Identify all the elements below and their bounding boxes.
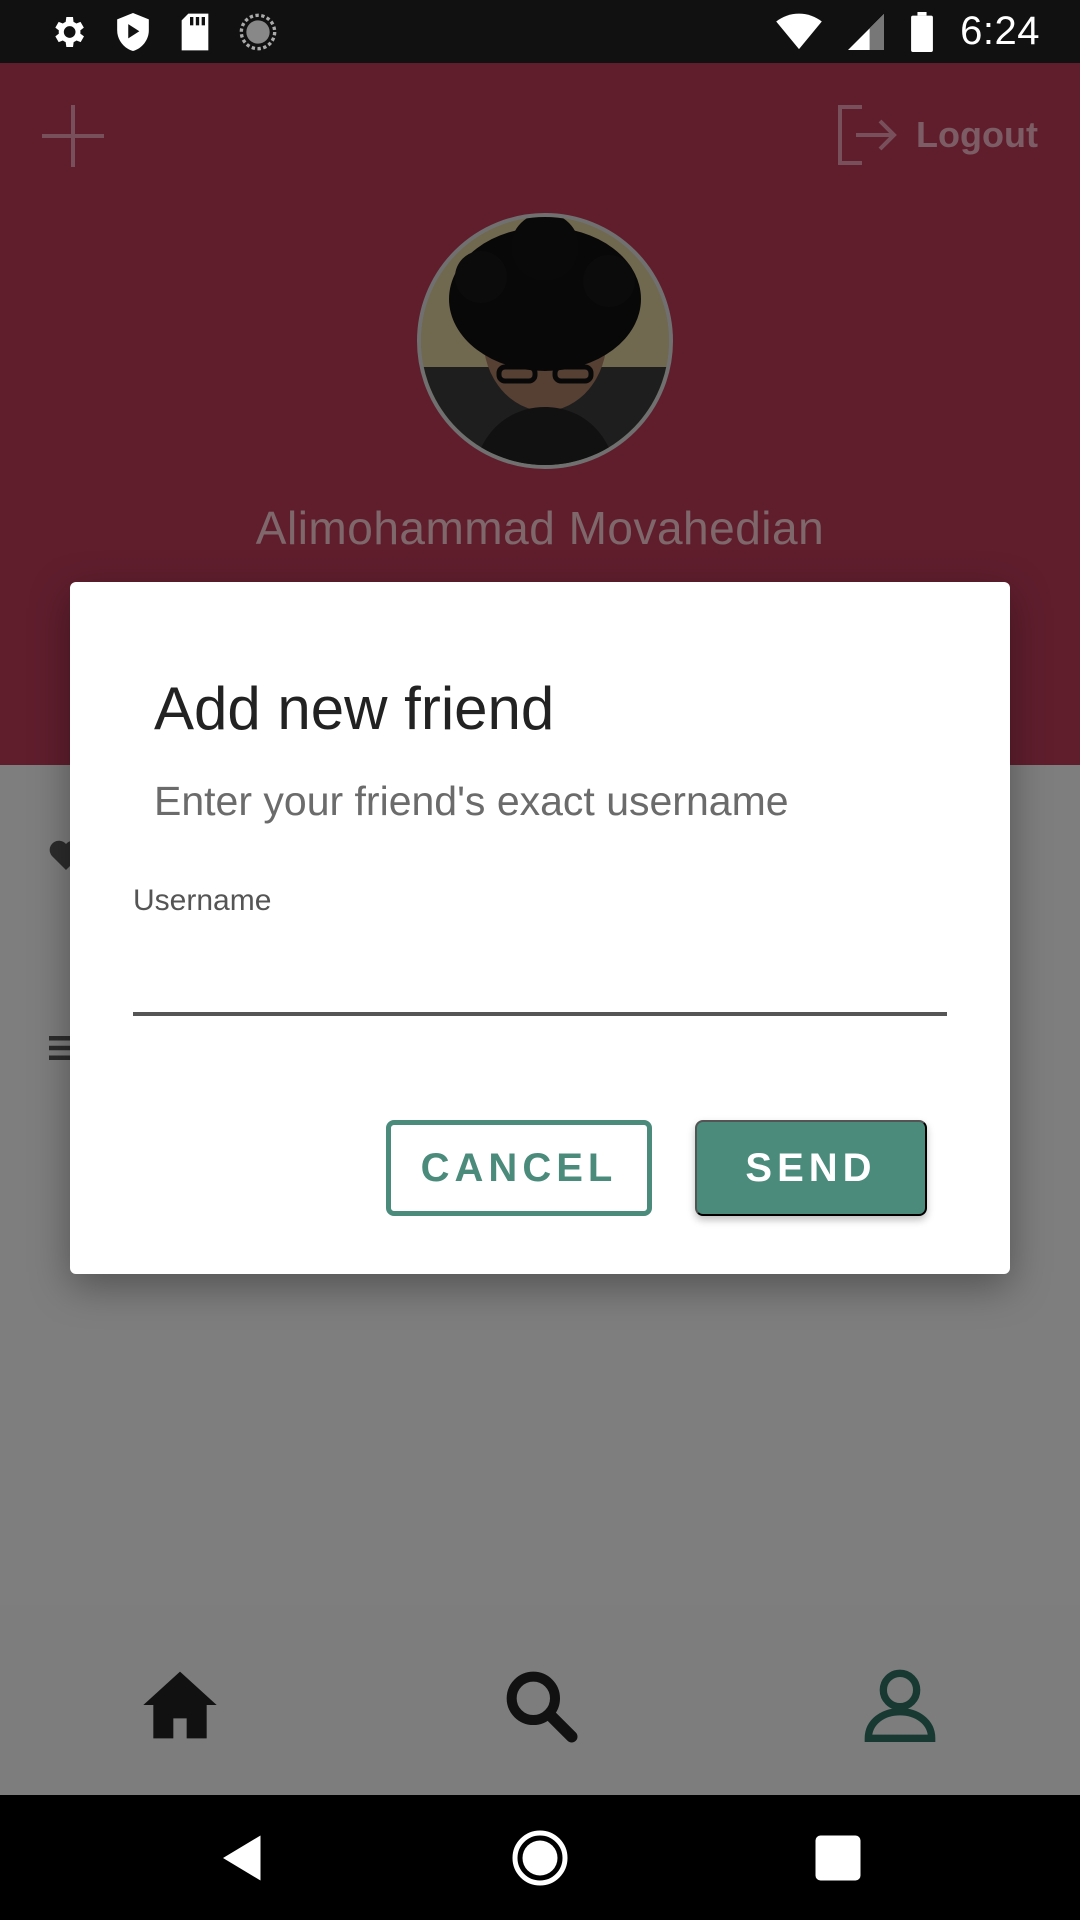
- screen: 6:24 Logout Alimohammad Movahedian Add n…: [0, 0, 1080, 1920]
- cancel-button[interactable]: CANCEL: [386, 1120, 652, 1216]
- back-icon[interactable]: [213, 1828, 273, 1888]
- status-bar: 6:24: [0, 0, 1080, 63]
- sync-icon: [239, 13, 277, 50]
- dialog-title: Add new friend: [154, 675, 555, 742]
- home-circle-icon[interactable]: [510, 1828, 570, 1888]
- battery-icon: [911, 11, 934, 52]
- wifi-icon: [776, 13, 822, 49]
- send-button[interactable]: SEND: [695, 1120, 927, 1216]
- add-friend-dialog: Add new friend Enter your friend's exact…: [70, 582, 1010, 1274]
- dialog-subtitle: Enter your friend's exact username: [154, 778, 789, 824]
- username-input[interactable]: [133, 932, 947, 1016]
- status-bar-left: [48, 11, 278, 53]
- status-bar-right: 6:24: [776, 9, 1040, 54]
- recents-icon[interactable]: [808, 1828, 868, 1888]
- settings-icon: [55, 16, 84, 47]
- sd-card-icon: [181, 13, 209, 50]
- status-time: 6:24: [960, 9, 1040, 53]
- signal-icon: [848, 13, 885, 50]
- shield-icon: [117, 12, 149, 51]
- system-nav-bar: [0, 1795, 1080, 1920]
- username-label: Username: [133, 884, 272, 917]
